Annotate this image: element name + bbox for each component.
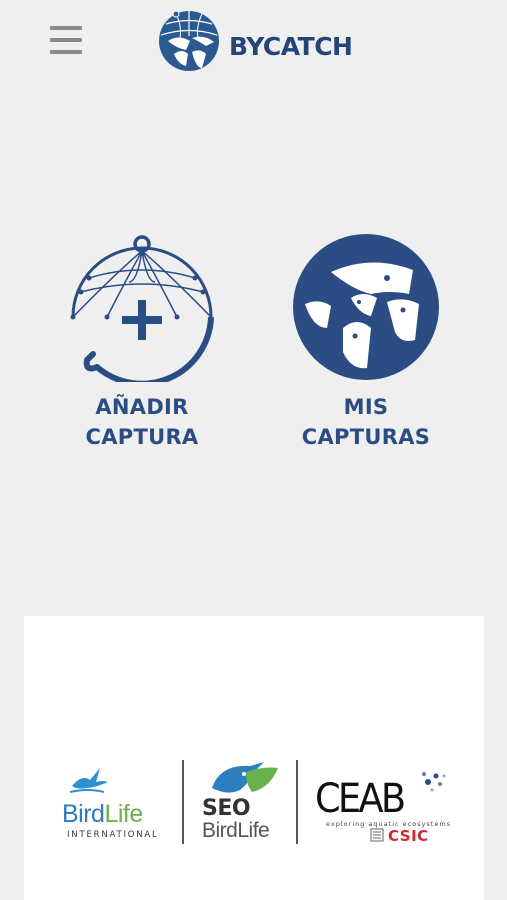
app-logo: BYCATCH [156,8,356,74]
ceab-csic-logo: CEAB exploring aquatic ecosystems CSIC [314,770,464,850]
bird-icon [69,768,108,793]
add-capture-line2: CAPTURA [85,425,199,449]
birdlife-word-bird: Bird [62,800,105,828]
birds-circle-icon [293,234,439,380]
globe-birds-icon [159,10,219,71]
my-captures-label: MIS CAPTURAS [266,392,466,452]
birdlife-subtitle: INTERNATIONAL [67,830,159,840]
csic-emblem-icon [370,828,384,842]
bubbles-icon [422,772,446,792]
partner-divider [296,760,298,844]
hamburger-menu-icon[interactable] [48,24,84,58]
birdlife-logo: BirdLife INTERNATIONAL [60,764,170,844]
my-captures-button[interactable]: MIS CAPTURAS [266,232,466,452]
net-add-icon [70,235,214,382]
birdlife-wordmark: BirdLife [62,800,143,829]
csic-wordmark: CSIC [388,827,429,845]
seo-bird-icon [212,762,278,793]
seo-bottom-text: BirdLife [202,819,270,842]
app-header: BYCATCH [0,0,507,84]
my-captures-line1: MIS [343,395,389,419]
birdlife-word-life: Life [104,800,143,828]
seo-top-text: SEO [202,796,251,821]
ceab-wordmark: CEAB [315,776,406,822]
add-capture-label: AÑADIR CAPTURA [42,392,242,452]
seo-birdlife-logo: SEO BirdLife [200,758,292,850]
partners-panel: BirdLife INTERNATIONAL SEO BirdLife CEAB… [24,616,484,900]
add-capture-button[interactable]: AÑADIR CAPTURA [42,232,242,452]
brand-name: BYCATCH [229,32,353,61]
my-captures-line2: CAPTURAS [301,425,431,449]
add-capture-line1: AÑADIR [95,395,189,419]
partner-divider [182,760,184,844]
